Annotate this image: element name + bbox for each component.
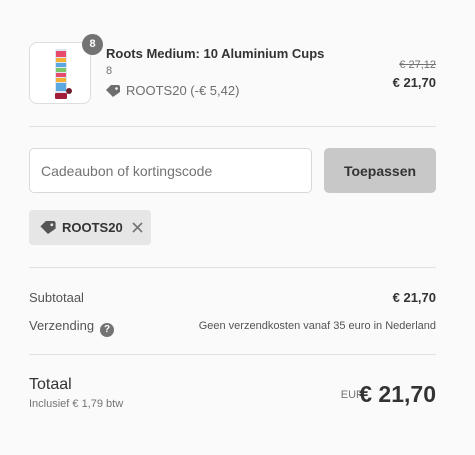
- tag-icon: [106, 84, 120, 97]
- divider: [29, 267, 436, 268]
- subtotal-label: Subtotaal: [29, 290, 84, 305]
- product-title: Roots Medium: 10 Aluminium Cups: [106, 46, 325, 61]
- apply-discount-button[interactable]: Toepassen: [324, 148, 436, 193]
- tag-icon: [40, 221, 56, 234]
- question-icon[interactable]: ?: [100, 323, 115, 337]
- product-image: [55, 49, 72, 99]
- shipping-value: Geen verzendkosten vanaf 35 euro in Nede…: [198, 320, 436, 332]
- original-price: € 27,12: [399, 59, 436, 71]
- shipping-label: Verzending: [29, 318, 95, 333]
- product-variant: 8: [106, 65, 113, 77]
- applied-discount-chip: ROOTS20: [29, 210, 151, 245]
- line-item-price: € 21,70: [392, 75, 436, 90]
- divider: [29, 126, 436, 127]
- shipping-row: Verzending?: [29, 318, 115, 337]
- tax-note: Inclusief € 1,79 btw: [29, 398, 124, 410]
- total-amount: € 21,70: [359, 381, 436, 407]
- discount-code-input[interactable]: [29, 148, 312, 193]
- total-label: Totaal: [29, 376, 72, 393]
- line-item: 8 Roots Medium: 10 Aluminium Cups 8 ROOT…: [29, 34, 436, 106]
- applied-discount-code: ROOTS20: [62, 220, 123, 235]
- close-icon[interactable]: [132, 222, 143, 233]
- quantity-badge: 8: [82, 34, 103, 55]
- subtotal-value: € 21,70: [392, 290, 436, 305]
- product-discount: ROOTS20 (-€ 5,42): [106, 83, 239, 98]
- product-discount-text: ROOTS20 (-€ 5,42): [126, 83, 240, 98]
- product-thumbnail: [29, 42, 91, 104]
- divider: [29, 354, 436, 355]
